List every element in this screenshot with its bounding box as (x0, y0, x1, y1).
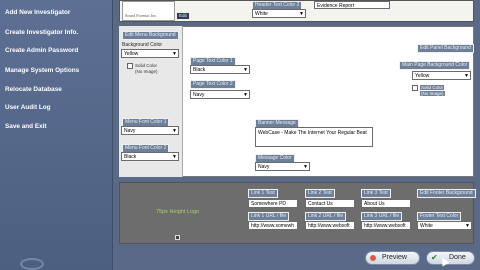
link2-url-label: Link 2 URL / file (305, 212, 347, 221)
sidebar-item-save-and-exit[interactable]: Save and Exit (5, 123, 47, 130)
main-page-bg-color-select[interactable]: Yellow ▼ (412, 71, 471, 80)
preview-icon (370, 255, 376, 261)
preview-button[interactable]: Preview (365, 251, 420, 265)
done-button[interactable]: ✔ Done (426, 251, 475, 265)
link2-text-label: Link 2 Text (305, 189, 335, 198)
footer-text-color-select[interactable]: White ▼ (417, 221, 472, 230)
logo-text: Sound Forensic Inc. (125, 13, 158, 18)
logo-box: Sound Forensic Inc. (122, 1, 175, 21)
page-text-color1-select[interactable]: Black ▼ (190, 65, 250, 74)
link3-url-input[interactable]: http://www.websoft (361, 221, 411, 230)
panel-no-image-label: (No Image) (420, 91, 445, 96)
banner-message-textarea[interactable]: WebCase - Make The Internet Your Regular… (255, 127, 373, 147)
link1-url-input[interactable]: http://www.somewh (248, 221, 298, 230)
header-preview: Sound Forensic Inc. Edit Header Text Col… (119, 0, 474, 22)
page-text-color2-select[interactable]: Navy ▼ (190, 90, 250, 99)
evidence-report-input[interactable]: Evidence Report (314, 1, 390, 9)
main-page-bg-color-label: Main Page Background Color (399, 61, 471, 70)
menu-settings-panel: Edit Menu Background Background Color Ye… (119, 26, 183, 177)
sidebar-item-manage-system-options[interactable]: Manage System Options (5, 67, 79, 74)
message-color-select[interactable]: Navy ▼ (255, 162, 310, 171)
preview-label: Preview (382, 254, 407, 261)
menu-font-color2-select[interactable]: Black ▼ (121, 152, 179, 161)
footer-preview-panel: 75px Height Logo Link 1 Text Somewhere P… (119, 182, 476, 244)
menu-no-image-label: (No Image) (135, 69, 158, 74)
panel-solid-color-label: Solid Color (420, 85, 445, 91)
link1-text-label: Link 1 Text (248, 189, 278, 198)
link3-text-input[interactable]: About Us (361, 199, 411, 208)
sidebar: Add New Investigator Create Investigator… (0, 0, 113, 270)
edit-footer-background-button[interactable]: Edit Footer Background (417, 189, 476, 198)
link1-text-input[interactable]: Somewhere PD (248, 199, 298, 208)
menu-font-color1-select[interactable]: Navy ▼ (121, 126, 179, 135)
footer-logo-edit-icon[interactable] (175, 235, 180, 240)
sidebar-item-relocate-database[interactable]: Relocate Database (5, 86, 62, 93)
sidebar-item-create-investigator-info[interactable]: Create Investigator Info. (5, 29, 78, 36)
sidebar-item-create-admin-password[interactable]: Create Admin Password (5, 47, 78, 54)
decorative-swirl-icon (20, 258, 44, 270)
done-check-icon: ✔ (431, 253, 438, 262)
link3-text-label: Link 3 Text (361, 189, 391, 198)
height-logo-label: 75px Height Logo (156, 209, 200, 215)
edit-logo-button[interactable]: Edit (176, 12, 190, 20)
sidebar-item-user-audit-log[interactable]: User Audit Log (5, 104, 51, 111)
bg-color-label: Background Color (122, 42, 163, 48)
edit-panel-background-button[interactable]: Edit Panel Background (417, 44, 474, 53)
link1-url-label: Link 1 URL / file (248, 212, 290, 221)
page-text-color2-label: Page Text Color 2 (190, 80, 236, 89)
footer-text-color-label: Footer Text Color (417, 212, 462, 221)
edit-menu-background-button[interactable]: Edit Menu Background (122, 31, 179, 40)
sidebar-item-add-new-investigator[interactable]: Add New Investigator (5, 9, 70, 16)
link3-url-label: Link 3 URL / file (361, 212, 403, 221)
link2-text-input[interactable]: Contact Us (305, 199, 355, 208)
header-text-color2-select[interactable]: White ▼ (252, 9, 306, 18)
link2-url-input[interactable]: http://www.websoft (305, 221, 355, 230)
done-label: Done (449, 254, 466, 261)
bg-color-select[interactable]: Yellow ▼ (121, 49, 179, 58)
menu-solid-color-label: Solid Color (135, 63, 158, 69)
